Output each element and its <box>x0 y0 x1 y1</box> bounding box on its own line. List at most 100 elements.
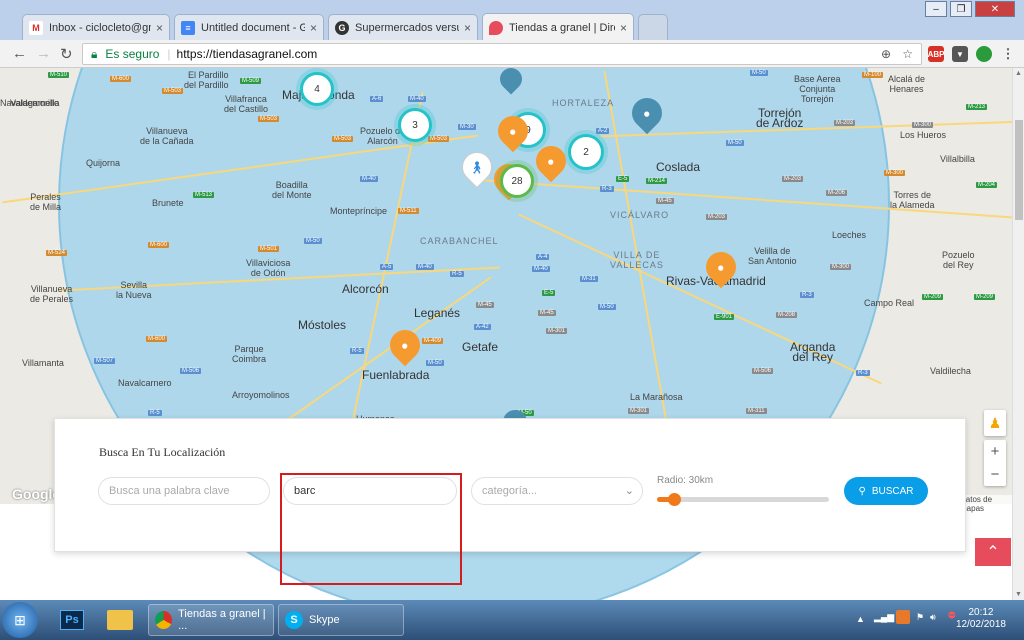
place-label: Loeches <box>832 230 867 240</box>
tab-tiendas[interactable]: Tiendas a granel | Directo × <box>482 13 634 41</box>
flag-icon[interactable]: ⚑ <box>916 612 924 623</box>
place-label: El Pardillo <box>188 70 229 80</box>
restore-button[interactable]: ❐ <box>950 1 972 17</box>
district-label: VILLA DE VALLECAS <box>610 250 664 270</box>
start-button[interactable]: ⊞ <box>2 602 38 638</box>
marker-cluster[interactable]: 3 <box>398 108 432 142</box>
browser-tab-strip: M Inbox - ciclocleto@gmail × ≡ Untitled … <box>0 0 1024 41</box>
scroll-down-icon[interactable]: ▼ <box>1015 591 1022 598</box>
place-label: Los Hueros <box>900 130 947 140</box>
place-label: Quijorna <box>86 158 121 168</box>
taskbar-window-chrome[interactable]: Tiendas a granel | ... <box>148 604 274 636</box>
security-alert-icon[interactable]: ⛔︎ <box>948 610 956 621</box>
place-label: Fuenlabrada <box>362 368 430 382</box>
show-hidden-icons-icon[interactable]: ▲ <box>856 614 865 624</box>
volume-icon[interactable]: 🔊︎ <box>930 612 936 623</box>
place-label: Navalcarnero <box>118 378 172 388</box>
taskbar-window-skype[interactable]: S Skype <box>278 604 404 636</box>
close-window-button[interactable]: ✕ <box>975 1 1015 17</box>
lock-icon: 🔒︎ <box>91 46 98 61</box>
tab-docs[interactable]: ≡ Untitled document - Goo × <box>174 14 324 40</box>
taskbar-window-label: Skype <box>309 614 340 626</box>
globe-icon[interactable] <box>976 46 992 62</box>
network-icon[interactable]: ▂▄▆ <box>874 612 894 623</box>
tab-goodreads[interactable]: G Supermercados versus tie × <box>328 14 478 40</box>
radius-label: Radio: 30km <box>657 475 714 486</box>
category-select[interactable]: categoría... ⌄ <box>471 477 643 505</box>
zoom-in-button[interactable]: + <box>984 440 1006 463</box>
district-label: VICÁLVARO <box>610 210 670 220</box>
street-view-pegman-icon[interactable]: ♟ <box>984 410 1006 436</box>
chrome-icon <box>155 611 173 629</box>
menu-icon[interactable]: ⋮ <box>1000 46 1016 62</box>
back-to-top-button[interactable]: ⌃ <box>975 538 1011 566</box>
pocket-icon[interactable]: ▼ <box>952 46 968 62</box>
marker-cluster[interactable]: 4 <box>300 72 334 106</box>
clock-date: 12/02/2018 <box>955 619 1006 630</box>
gmail-icon: M <box>29 20 43 35</box>
clock-time: 20:12 <box>968 607 994 618</box>
tab-gmail[interactable]: M Inbox - ciclocleto@gmail × <box>22 14 170 40</box>
search-icon: ⚲ <box>858 485 866 497</box>
divider: | <box>167 47 171 61</box>
close-icon[interactable]: × <box>156 21 163 35</box>
close-icon[interactable]: × <box>310 21 317 35</box>
reload-icon[interactable]: ↻ <box>60 45 73 63</box>
address-bar[interactable]: 🔒︎ Es seguro | https://tiendasagranel.co… <box>82 43 922 65</box>
zoom-out-button[interactable]: − <box>984 463 1006 486</box>
page-viewport: M-510 M-600 M-509 M-503 A-6 M-40 M-30 M-… <box>0 68 1012 600</box>
close-icon[interactable]: × <box>620 21 627 35</box>
skype-icon: S <box>285 611 303 629</box>
chevron-down-icon: ⌄ <box>624 485 634 497</box>
zoom-control: + − <box>984 440 1006 486</box>
star-icon[interactable]: ☆ <box>902 47 913 61</box>
close-icon[interactable]: × <box>464 21 471 35</box>
marker-cluster[interactable]: 2 <box>568 134 604 170</box>
forward-icon[interactable]: → <box>36 45 51 62</box>
scroll-up-icon[interactable]: ▲ <box>1015 70 1022 77</box>
url-text: https://tiendasagranel.com <box>176 47 318 61</box>
place-label: Leganés <box>414 306 461 320</box>
taskbar: ⊞ Ps Tiendas a granel | ... S Skype ▲ ▂▄… <box>0 600 1024 640</box>
keyword-input[interactable]: Busca una palabra clave <box>98 477 270 505</box>
tab-label: Supermercados versus tie <box>355 21 459 34</box>
place-label: Villaviciosa de Odón <box>246 258 291 278</box>
place-label: del Pardillo <box>184 80 229 90</box>
file-explorer-icon[interactable] <box>98 604 142 636</box>
place-label: Getafe <box>462 340 499 354</box>
place-label: Pozuelo del Rey <box>942 250 975 270</box>
place-label: Arroyomolinos <box>232 390 290 400</box>
photoshop-icon[interactable]: Ps <box>50 604 94 636</box>
map-pin-icon <box>489 20 503 35</box>
place-label: Montepríncipe <box>330 206 388 216</box>
new-tab-button[interactable] <box>638 14 668 40</box>
google-logo: Google <box>12 486 61 502</box>
place-label: Alcalá de Henares <box>888 74 926 94</box>
place-label: Móstoles <box>298 318 347 332</box>
radius-slider[interactable] <box>657 493 829 506</box>
map-data-attribution[interactable]: Datos de mapas <box>958 495 1012 513</box>
marker-cluster[interactable]: 28 <box>500 164 534 198</box>
adblock-icon[interactable]: ABP <box>928 46 944 62</box>
search-button[interactable]: ⚲ BUSCAR <box>844 477 928 505</box>
tab-label: Inbox - ciclocleto@gmail <box>49 21 151 34</box>
clock[interactable]: 20:12 12/02/2018 <box>956 607 1006 631</box>
scrollbar-thumb[interactable] <box>1015 120 1023 220</box>
minimize-button[interactable]: – <box>925 1 947 17</box>
place-label: Boadilla del Monte <box>272 180 312 200</box>
place-label: Villamanta <box>22 358 64 368</box>
avast-icon[interactable] <box>896 610 910 624</box>
taskbar-window-label: Tiendas a granel | ... <box>178 608 266 632</box>
page-scrollbar[interactable]: ▲ ▼ <box>1012 68 1024 600</box>
district-label: CARABANCHEL <box>420 236 499 246</box>
place-label: Villanueva de Perales <box>30 284 74 304</box>
place-label: Valdilecha <box>930 366 971 376</box>
goodreads-icon: G <box>335 20 349 35</box>
place-label: Sevilla la Nueva <box>116 280 152 300</box>
annotation-highlight-box <box>280 473 462 585</box>
radius-slider-handle[interactable] <box>668 493 682 506</box>
location-icon[interactable]: ⊕ <box>881 47 891 61</box>
place-label: Alcorcón <box>342 282 389 296</box>
panel-title: Busca En Tu Localización <box>99 445 226 459</box>
back-icon[interactable]: ← <box>12 45 27 62</box>
